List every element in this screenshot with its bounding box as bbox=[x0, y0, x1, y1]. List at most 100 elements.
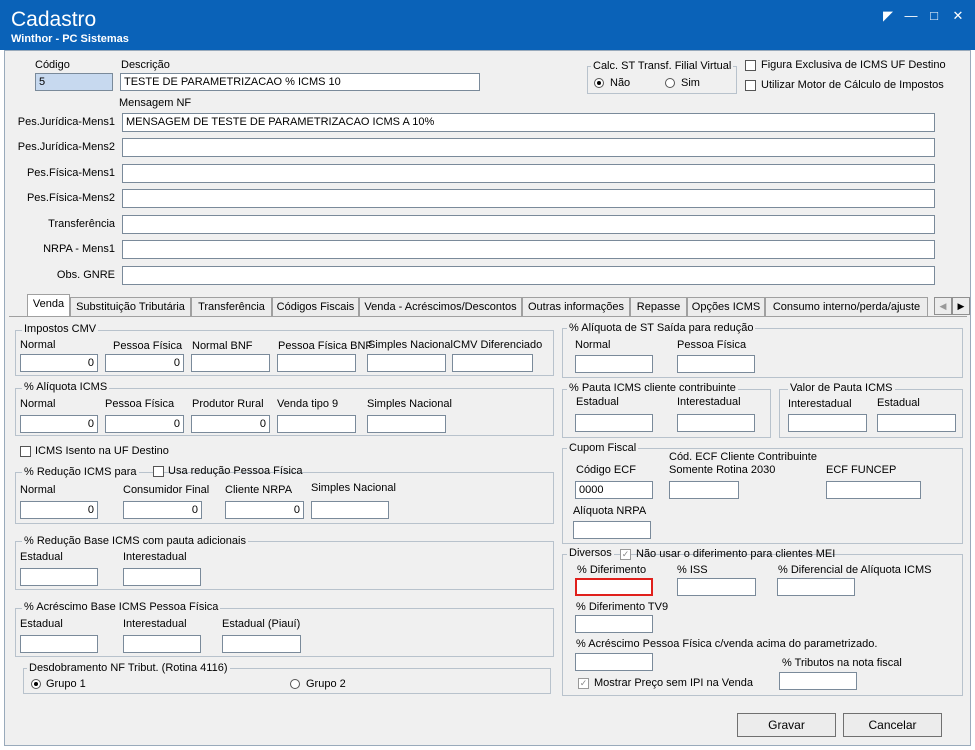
msg-input[interactable]: MENSAGEM DE TESTE DE PARAMETRIZACAO ICMS… bbox=[122, 113, 935, 132]
aliq-simples-input[interactable] bbox=[367, 415, 446, 433]
msg-label: Pes.Física-Mens2 bbox=[26, 192, 115, 204]
tab-transferencia[interactable]: Transferência bbox=[191, 297, 272, 316]
vp-estadual-input[interactable] bbox=[877, 414, 956, 432]
msg-input[interactable] bbox=[122, 138, 935, 157]
red-consumidor-input[interactable]: 0 bbox=[123, 501, 202, 519]
cmv-normal-bnf-input[interactable] bbox=[191, 354, 270, 372]
cod-cliente-input[interactable] bbox=[669, 481, 739, 499]
mostrar-preco-checkbox[interactable]: ✓ bbox=[578, 678, 589, 689]
maximize-icon[interactable]: □ bbox=[926, 9, 942, 23]
cmv-normal-input[interactable]: 0 bbox=[20, 354, 98, 372]
st-label: Normal bbox=[575, 339, 611, 351]
gravar-button[interactable]: Gravar bbox=[737, 713, 836, 737]
cmv-diferenciado-input[interactable] bbox=[452, 354, 533, 372]
aliq-normal-input[interactable]: 0 bbox=[20, 415, 98, 433]
tab-opcoes-icms[interactable]: Opções ICMS bbox=[687, 297, 765, 316]
red-base-label: Interestadual bbox=[123, 551, 187, 563]
grupo1-radio[interactable] bbox=[31, 679, 41, 689]
acr-label: Estadual (Piauí) bbox=[222, 618, 301, 630]
vp-interestadual-input[interactable] bbox=[788, 414, 867, 432]
reducao-base-title: % Redução Base ICMS com pauta adicionais bbox=[22, 535, 248, 547]
cod-cliente-sub-label: Somente Rotina 2030 bbox=[669, 464, 776, 476]
grupo2-label: Grupo 2 bbox=[306, 678, 346, 690]
cod-cliente-label: Cód. ECF Cliente Contribuinte bbox=[669, 451, 817, 463]
vp-label: Interestadual bbox=[788, 398, 852, 410]
close-icon[interactable]: ✕ bbox=[950, 9, 966, 23]
cmv-pf-input[interactable]: 0 bbox=[105, 354, 184, 372]
minimize-icon[interactable]: — bbox=[903, 9, 919, 23]
red-nrpa-input[interactable]: 0 bbox=[225, 501, 304, 519]
pauta-label: Interestadual bbox=[677, 396, 741, 408]
msg-input[interactable] bbox=[122, 215, 935, 234]
usa-reducao-label: Usa redução Pessoa Física bbox=[168, 465, 303, 477]
msg-input[interactable] bbox=[122, 240, 935, 259]
cmv-simples-input[interactable] bbox=[367, 354, 446, 372]
tributos-label: % Tributos na nota fiscal bbox=[782, 657, 902, 669]
cmv-pf-bnf-input[interactable] bbox=[277, 354, 356, 372]
codigo-label: Código bbox=[35, 59, 70, 71]
tab-venda[interactable]: Venda bbox=[27, 294, 70, 317]
aliq-label: Produtor Rural bbox=[192, 398, 264, 410]
pauta-label: Estadual bbox=[576, 396, 619, 408]
descricao-input[interactable]: TESTE DE PARAMETRIZACAO % ICMS 10 bbox=[120, 73, 480, 91]
vp-label: Estadual bbox=[877, 397, 920, 409]
red-base-estadual-input[interactable] bbox=[20, 568, 98, 586]
diferencial-input[interactable] bbox=[777, 578, 855, 596]
calc-sim-radio[interactable] bbox=[665, 78, 675, 88]
tab-outras[interactable]: Outras informações bbox=[522, 297, 630, 316]
red-normal-input[interactable]: 0 bbox=[20, 501, 98, 519]
aliquota-icms-title: % Alíquota ICMS bbox=[22, 381, 110, 393]
iss-input[interactable] bbox=[677, 578, 756, 596]
acr-piaui-input[interactable] bbox=[222, 635, 301, 653]
codigo-ecf-input[interactable]: 0000 bbox=[575, 481, 653, 499]
pauta-estadual-input[interactable] bbox=[575, 414, 653, 432]
diferimento-label: % Diferimento bbox=[577, 564, 647, 576]
aliq-pf-input[interactable]: 0 bbox=[105, 415, 184, 433]
msg-label: NRPA - Mens1 bbox=[43, 243, 115, 255]
nao-usar-checkbox[interactable]: ✓ bbox=[620, 549, 631, 560]
acr-interestadual-input[interactable] bbox=[123, 635, 201, 653]
msg-input[interactable] bbox=[122, 266, 935, 285]
aliq-produtor-input[interactable]: 0 bbox=[191, 415, 270, 433]
aliq-label: Venda tipo 9 bbox=[277, 398, 339, 410]
grupo2-radio[interactable] bbox=[290, 679, 300, 689]
cancelar-button[interactable]: Cancelar bbox=[843, 713, 942, 737]
tab-repasse[interactable]: Repasse bbox=[630, 297, 687, 316]
st-pf-input[interactable] bbox=[677, 355, 755, 373]
st-normal-input[interactable] bbox=[575, 355, 653, 373]
calc-sim-label: Sim bbox=[681, 77, 700, 89]
red-base-interestadual-input[interactable] bbox=[123, 568, 201, 586]
diferencial-label: % Diferencial de Alíquota ICMS bbox=[778, 564, 932, 576]
figura-checkbox[interactable] bbox=[745, 60, 756, 71]
tab-codigos-fiscais[interactable]: Códigos Fiscais bbox=[272, 297, 359, 316]
calc-nao-radio[interactable] bbox=[594, 78, 604, 88]
codigo-input[interactable]: 5 bbox=[35, 73, 113, 91]
tab-acrescimos[interactable]: Venda - Acréscimos/Descontos bbox=[359, 297, 522, 316]
calc-nao-label: Não bbox=[610, 77, 631, 89]
acr-estadual-input[interactable] bbox=[20, 635, 98, 653]
iss-label: % ISS bbox=[677, 564, 708, 576]
restore-edit-icon[interactable]: ◤ bbox=[880, 9, 896, 23]
diferimento-tv9-input[interactable] bbox=[575, 615, 653, 633]
motor-checkbox[interactable] bbox=[745, 80, 756, 91]
tab-consumo[interactable]: Consumo interno/perda/ajuste bbox=[765, 297, 928, 316]
tab-substituicao[interactable]: Substituição Tributária bbox=[70, 297, 191, 316]
cmv-label: Simples Nacional bbox=[368, 339, 453, 351]
tab-scroll-right-icon[interactable]: ▶ bbox=[952, 297, 970, 315]
red-simples-input[interactable] bbox=[311, 501, 389, 519]
usa-reducao-checkbox[interactable] bbox=[153, 466, 164, 477]
msg-input[interactable] bbox=[122, 164, 935, 183]
descricao-label: Descrição bbox=[121, 59, 170, 71]
nrpa-input[interactable] bbox=[573, 521, 651, 539]
aliq-tipo9-input[interactable] bbox=[277, 415, 356, 433]
pauta-interestadual-input[interactable] bbox=[677, 414, 755, 432]
tab-scroll-left-icon[interactable]: ◀ bbox=[934, 297, 952, 315]
red-label: Cliente NRPA bbox=[225, 484, 293, 496]
funcep-input[interactable] bbox=[826, 481, 921, 499]
diferimento-input[interactable] bbox=[575, 578, 653, 596]
msg-input[interactable] bbox=[122, 189, 935, 208]
aliq-label: Pessoa Física bbox=[105, 398, 175, 410]
icms-isento-checkbox[interactable] bbox=[20, 446, 31, 457]
tributos-input[interactable] bbox=[779, 672, 857, 690]
acrescimo-pf-input[interactable] bbox=[575, 653, 653, 671]
